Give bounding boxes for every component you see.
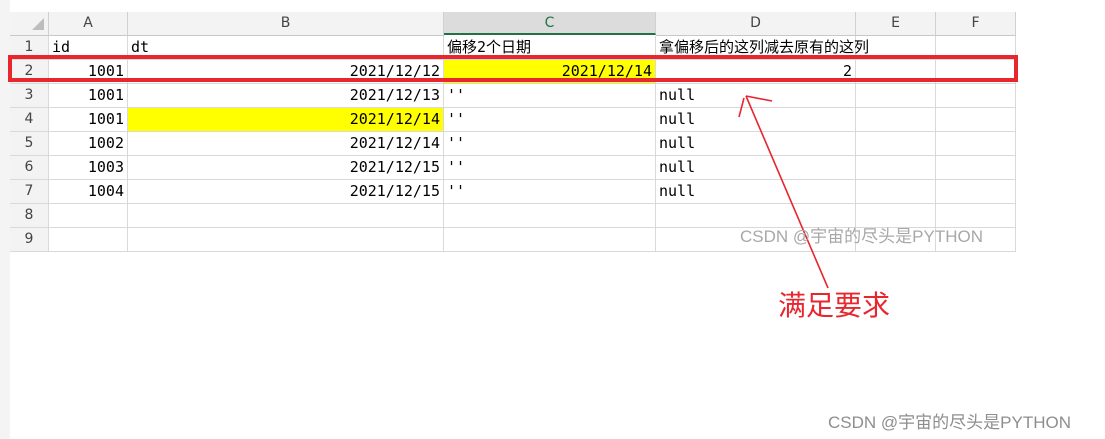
annotation-label: 满足要求 <box>778 289 891 322</box>
watermark: CSDN @宇宙的尽头是PYTHON <box>740 227 983 246</box>
watermark: CSDN @宇宙的尽头是PYTHON <box>828 413 1071 432</box>
annotation-arrow-icon <box>738 95 829 289</box>
